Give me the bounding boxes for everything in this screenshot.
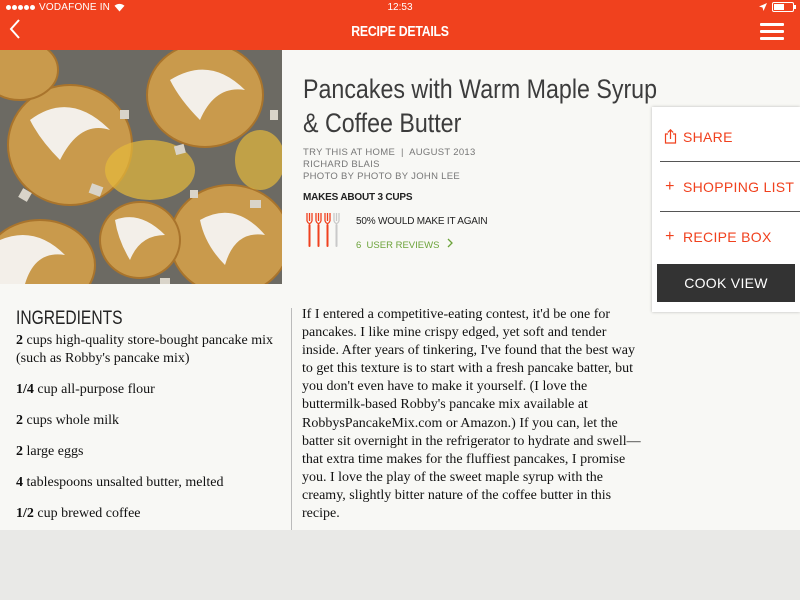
user-reviews-label: 6 USER REVIEWS <box>356 240 440 251</box>
ingredient-quantity: 2 <box>16 333 23 348</box>
back-button[interactable] <box>8 18 28 42</box>
shopping-list-label: SHOPPING LIST <box>683 178 795 195</box>
ingredient-item: 2 cups high-quality store-bought pancake… <box>16 332 284 368</box>
column-divider <box>291 308 292 530</box>
ingredient-quantity: 4 <box>16 475 23 490</box>
page-title: RECIPE DETAILS <box>351 23 449 40</box>
share-button[interactable]: SHARE <box>660 112 800 162</box>
recipe-yield: MAKES ABOUT 3 CUPS <box>303 192 413 203</box>
recipe-title-line: Pancakes with Warm Maple Syrup <box>303 74 658 104</box>
ingredient-item: 2 cups whole milk <box>16 412 284 430</box>
ingredient-quantity: 2 <box>16 413 23 428</box>
ingredient-text: cups high-quality store-bought pancake m… <box>16 333 273 366</box>
shopping-list-button[interactable]: + SHOPPING LIST <box>660 162 800 212</box>
would-make-again: 50% WOULD MAKE IT AGAIN <box>356 216 488 227</box>
recipe-source: TRY THIS AT HOME | AUGUST 2013 <box>303 147 476 158</box>
recipe-title: Pancakes with Warm Maple Syrup & Coffee … <box>303 72 658 140</box>
recipe-photo <box>0 50 282 284</box>
recipe-description: If I entered a competitive-eating contes… <box>302 307 641 522</box>
ingredient-item: 1/4 cup all-purpose flour <box>16 381 284 399</box>
recipe-box-button[interactable]: + RECIPE BOX <box>660 212 800 261</box>
recipe-title-line: & Coffee Butter <box>303 108 462 138</box>
chevron-right-icon <box>447 238 453 248</box>
ingredient-item: 4 tablespoons unsalted butter, melted <box>16 474 284 492</box>
menu-bar <box>760 23 784 26</box>
recipe-content: Pancakes with Warm Maple Syrup & Coffee … <box>0 50 800 530</box>
share-label: SHARE <box>683 128 733 145</box>
ingredient-item: 1/2 cup brewed coffee <box>16 505 284 523</box>
cook-view-button[interactable]: COOK VIEW <box>657 264 795 302</box>
recipe-actions-panel: SHARE + SHOPPING LIST + RECIPE BOX COOK … <box>652 107 800 312</box>
status-time: 12:53 <box>387 2 413 13</box>
user-reviews-link[interactable]: 6 USER REVIEWS <box>356 238 454 251</box>
ingredient-quantity: 1/4 <box>16 382 34 397</box>
recipe-author: RICHARD BLAIS <box>303 159 380 170</box>
fork-icon <box>324 213 331 247</box>
status-indicators <box>759 2 796 12</box>
ingredient-text: cup brewed coffee <box>33 506 141 521</box>
fork-icon <box>315 213 322 247</box>
location-arrow-icon <box>759 3 767 11</box>
menu-bar <box>760 37 784 40</box>
ingredient-quantity: 1/2 <box>16 506 34 521</box>
forks-rating <box>306 213 346 254</box>
hamburger-menu-button[interactable] <box>760 23 784 41</box>
photo-credit: PHOTO BY PHOTO BY JOHN LEE <box>303 171 461 182</box>
ingredient-item: 2 large eggs <box>16 443 284 461</box>
fork-icon <box>333 213 340 247</box>
recipe-meta: TRY THIS AT HOME | AUGUST 2013 RICHARD B… <box>303 147 476 183</box>
ingredient-text: tablespoons unsalted butter, melted <box>23 475 224 490</box>
fork-icon <box>306 213 313 247</box>
plus-icon: + <box>665 227 675 245</box>
menu-bar <box>760 30 784 33</box>
ingredient-text: cup all-purpose flour <box>33 382 155 397</box>
ingredients-heading: INGREDIENTS <box>16 308 123 329</box>
chevron-left-icon <box>9 19 20 39</box>
navigation-bar: VODAFONE IN 12:53 RECIPE DETAILS <box>0 0 800 50</box>
share-icon <box>663 129 677 144</box>
ingredients-list: 2 cups high-quality store-bought pancake… <box>16 332 284 536</box>
ingredient-text: cups whole milk <box>23 413 120 428</box>
plus-icon: + <box>665 177 675 195</box>
recipe-box-label: RECIPE BOX <box>683 228 772 245</box>
battery-icon <box>772 2 796 12</box>
ingredient-text: large eggs <box>23 444 84 459</box>
ingredient-quantity: 2 <box>16 444 23 459</box>
